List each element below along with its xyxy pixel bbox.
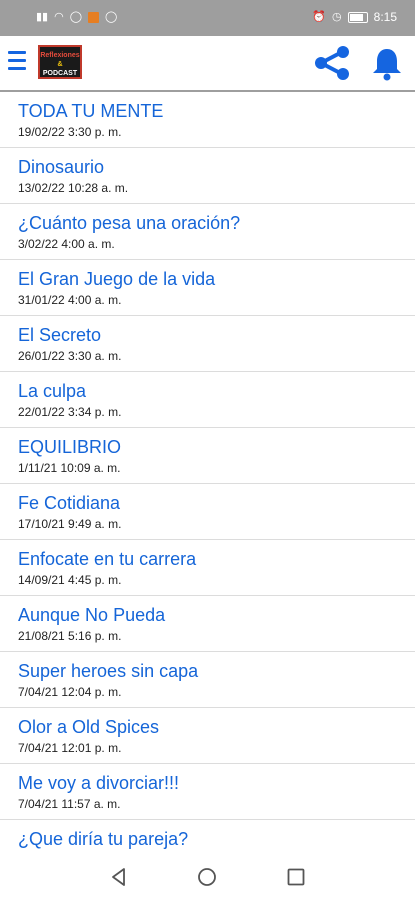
back-icon[interactable] [108,866,130,888]
list-item[interactable]: El Gran Juego de la vida 31/01/22 4:00 a… [0,260,415,316]
episode-date: 7/04/21 12:01 p. m. [18,741,122,755]
episode-date: 1/11/21 10:09 a. m. [18,461,121,475]
battery-icon [347,11,368,23]
whatsapp-icon-2: ◯ [105,11,118,23]
logo-line-3: PODCAST [42,70,78,77]
episode-title: El Gran Juego de la vida [18,269,216,289]
app-logo: Reflexiones & PODCAST [38,45,82,79]
list-item[interactable]: Dinosaurio 13/02/22 10:28 a. m. [0,148,415,204]
logo-line-2: & [57,61,63,68]
episode-list: TODA TU MENTE 19/02/22 3:30 p. m. Dinosa… [0,92,415,856]
clock-icon: ◷ [332,11,342,23]
episode-title: Super heroes sin capa [18,661,199,681]
status-time: 8:15 [373,10,397,24]
episode-date: 19/02/22 3:30 p. m. [18,125,122,139]
list-item[interactable]: Enfocate en tu carrera 14/09/21 4:45 p. … [0,540,415,596]
episode-date: 7/04/21 12:04 p. m. [18,685,122,699]
episode-title: Aunque No Pueda [18,605,166,625]
menu-icon[interactable] [8,51,26,73]
list-item[interactable]: Aunque No Pueda 21/08/21 5:16 p. m. [0,596,415,652]
share-icon[interactable] [312,45,352,81]
episode-date: 17/10/21 9:49 a. m. [18,517,122,531]
episode-title: ¿Que diría tu pareja? [18,829,189,849]
status-right-icons: ⏰ ◷ 8:15 [312,10,397,24]
home-icon[interactable] [196,866,218,888]
episode-date: 21/08/21 5:16 p. m. [18,629,122,643]
list-item[interactable]: EQUILIBRIO 1/11/21 10:09 a. m. [0,428,415,484]
bell-icon[interactable] [370,46,404,82]
episode-title: Enfocate en tu carrera [18,549,197,569]
status-bar: ▮▮ ◠ ◯ ◯ ⏰ ◷ 8:15 [0,0,415,36]
episode-date: 7/04/21 11:57 a. m. [18,797,121,811]
episode-title: TODA TU MENTE [18,101,164,121]
list-item[interactable]: El Secreto 26/01/22 3:30 a. m. [0,316,415,372]
status-left-icons: ▮▮ ◠ ◯ ◯ [36,10,117,24]
app-bar: Reflexiones & PODCAST [0,36,415,92]
episode-title: Fe Cotidiana [18,493,121,513]
wifi-icon: ◠ [54,11,64,23]
episode-date: 13/02/22 10:28 a. m. [18,181,129,195]
list-item[interactable]: ¿Cuánto pesa una oración? 3/02/22 4:00 a… [0,204,415,260]
episode-date: 22/01/22 3:34 p. m. [18,405,122,419]
episode-title: Me voy a divorciar!!! [18,773,180,793]
episode-date: 14/09/21 4:45 p. m. [18,573,122,587]
episode-title: Olor a Old Spices [18,717,160,737]
recent-apps-icon[interactable] [285,866,307,888]
list-item[interactable]: Super heroes sin capa 7/04/21 12:04 p. m… [0,652,415,708]
signal-icon: ▮▮ [36,11,49,23]
list-item[interactable]: La culpa 22/01/22 3:34 p. m. [0,372,415,428]
notification-icon [88,11,100,23]
system-nav-bar [0,856,415,900]
episode-title: EQUILIBRIO [18,437,122,457]
episode-title: El Secreto [18,325,102,345]
list-item[interactable]: Olor a Old Spices 7/04/21 12:01 p. m. [0,708,415,764]
episode-title: Dinosaurio [18,157,105,177]
episode-title: La culpa [18,381,87,401]
episode-date: 3/02/22 4:00 a. m. [18,237,115,251]
list-item[interactable]: ¿Que diría tu pareja? [0,820,415,856]
episode-date: 31/01/22 4:00 a. m. [18,293,122,307]
whatsapp-icon: ◯ [69,11,83,23]
logo-line-1: Reflexiones [40,52,80,59]
list-item[interactable]: Me voy a divorciar!!! 7/04/21 11:57 a. m… [0,764,415,820]
episode-title: ¿Cuánto pesa una oración? [18,213,241,233]
alarm-icon: ⏰ [312,11,327,23]
list-item[interactable]: Fe Cotidiana 17/10/21 9:49 a. m. [0,484,415,540]
list-item[interactable]: TODA TU MENTE 19/02/22 3:30 p. m. [0,92,415,148]
episode-date: 26/01/22 3:30 a. m. [18,349,122,363]
